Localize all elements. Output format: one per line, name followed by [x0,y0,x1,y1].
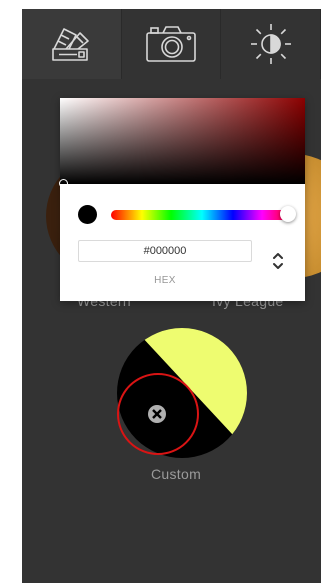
hue-slider[interactable] [111,210,293,220]
tab-bar [22,9,321,79]
tab-camera[interactable] [122,9,222,79]
hex-input[interactable] [78,240,252,262]
hue-slider-handle[interactable] [280,206,296,222]
label-custom: Custom [151,466,202,482]
color-swatch-icon [52,28,90,61]
saturation-value-area[interactable] [59,98,305,188]
color-picker-popover: HEX [59,98,305,301]
side-panel: Western Ivy League Custom HEX [22,9,321,583]
swatch-custom[interactable] [116,327,248,459]
tab-brightness[interactable] [221,9,321,79]
brightness-icon [250,24,291,64]
camera-icon [146,26,196,62]
tab-palette[interactable] [22,9,122,79]
chevron-up-down-icon[interactable] [269,249,287,273]
hex-mode-label: HEX [154,275,176,286]
saturation-value-handle[interactable] [59,179,68,188]
current-color-preview [78,205,97,224]
